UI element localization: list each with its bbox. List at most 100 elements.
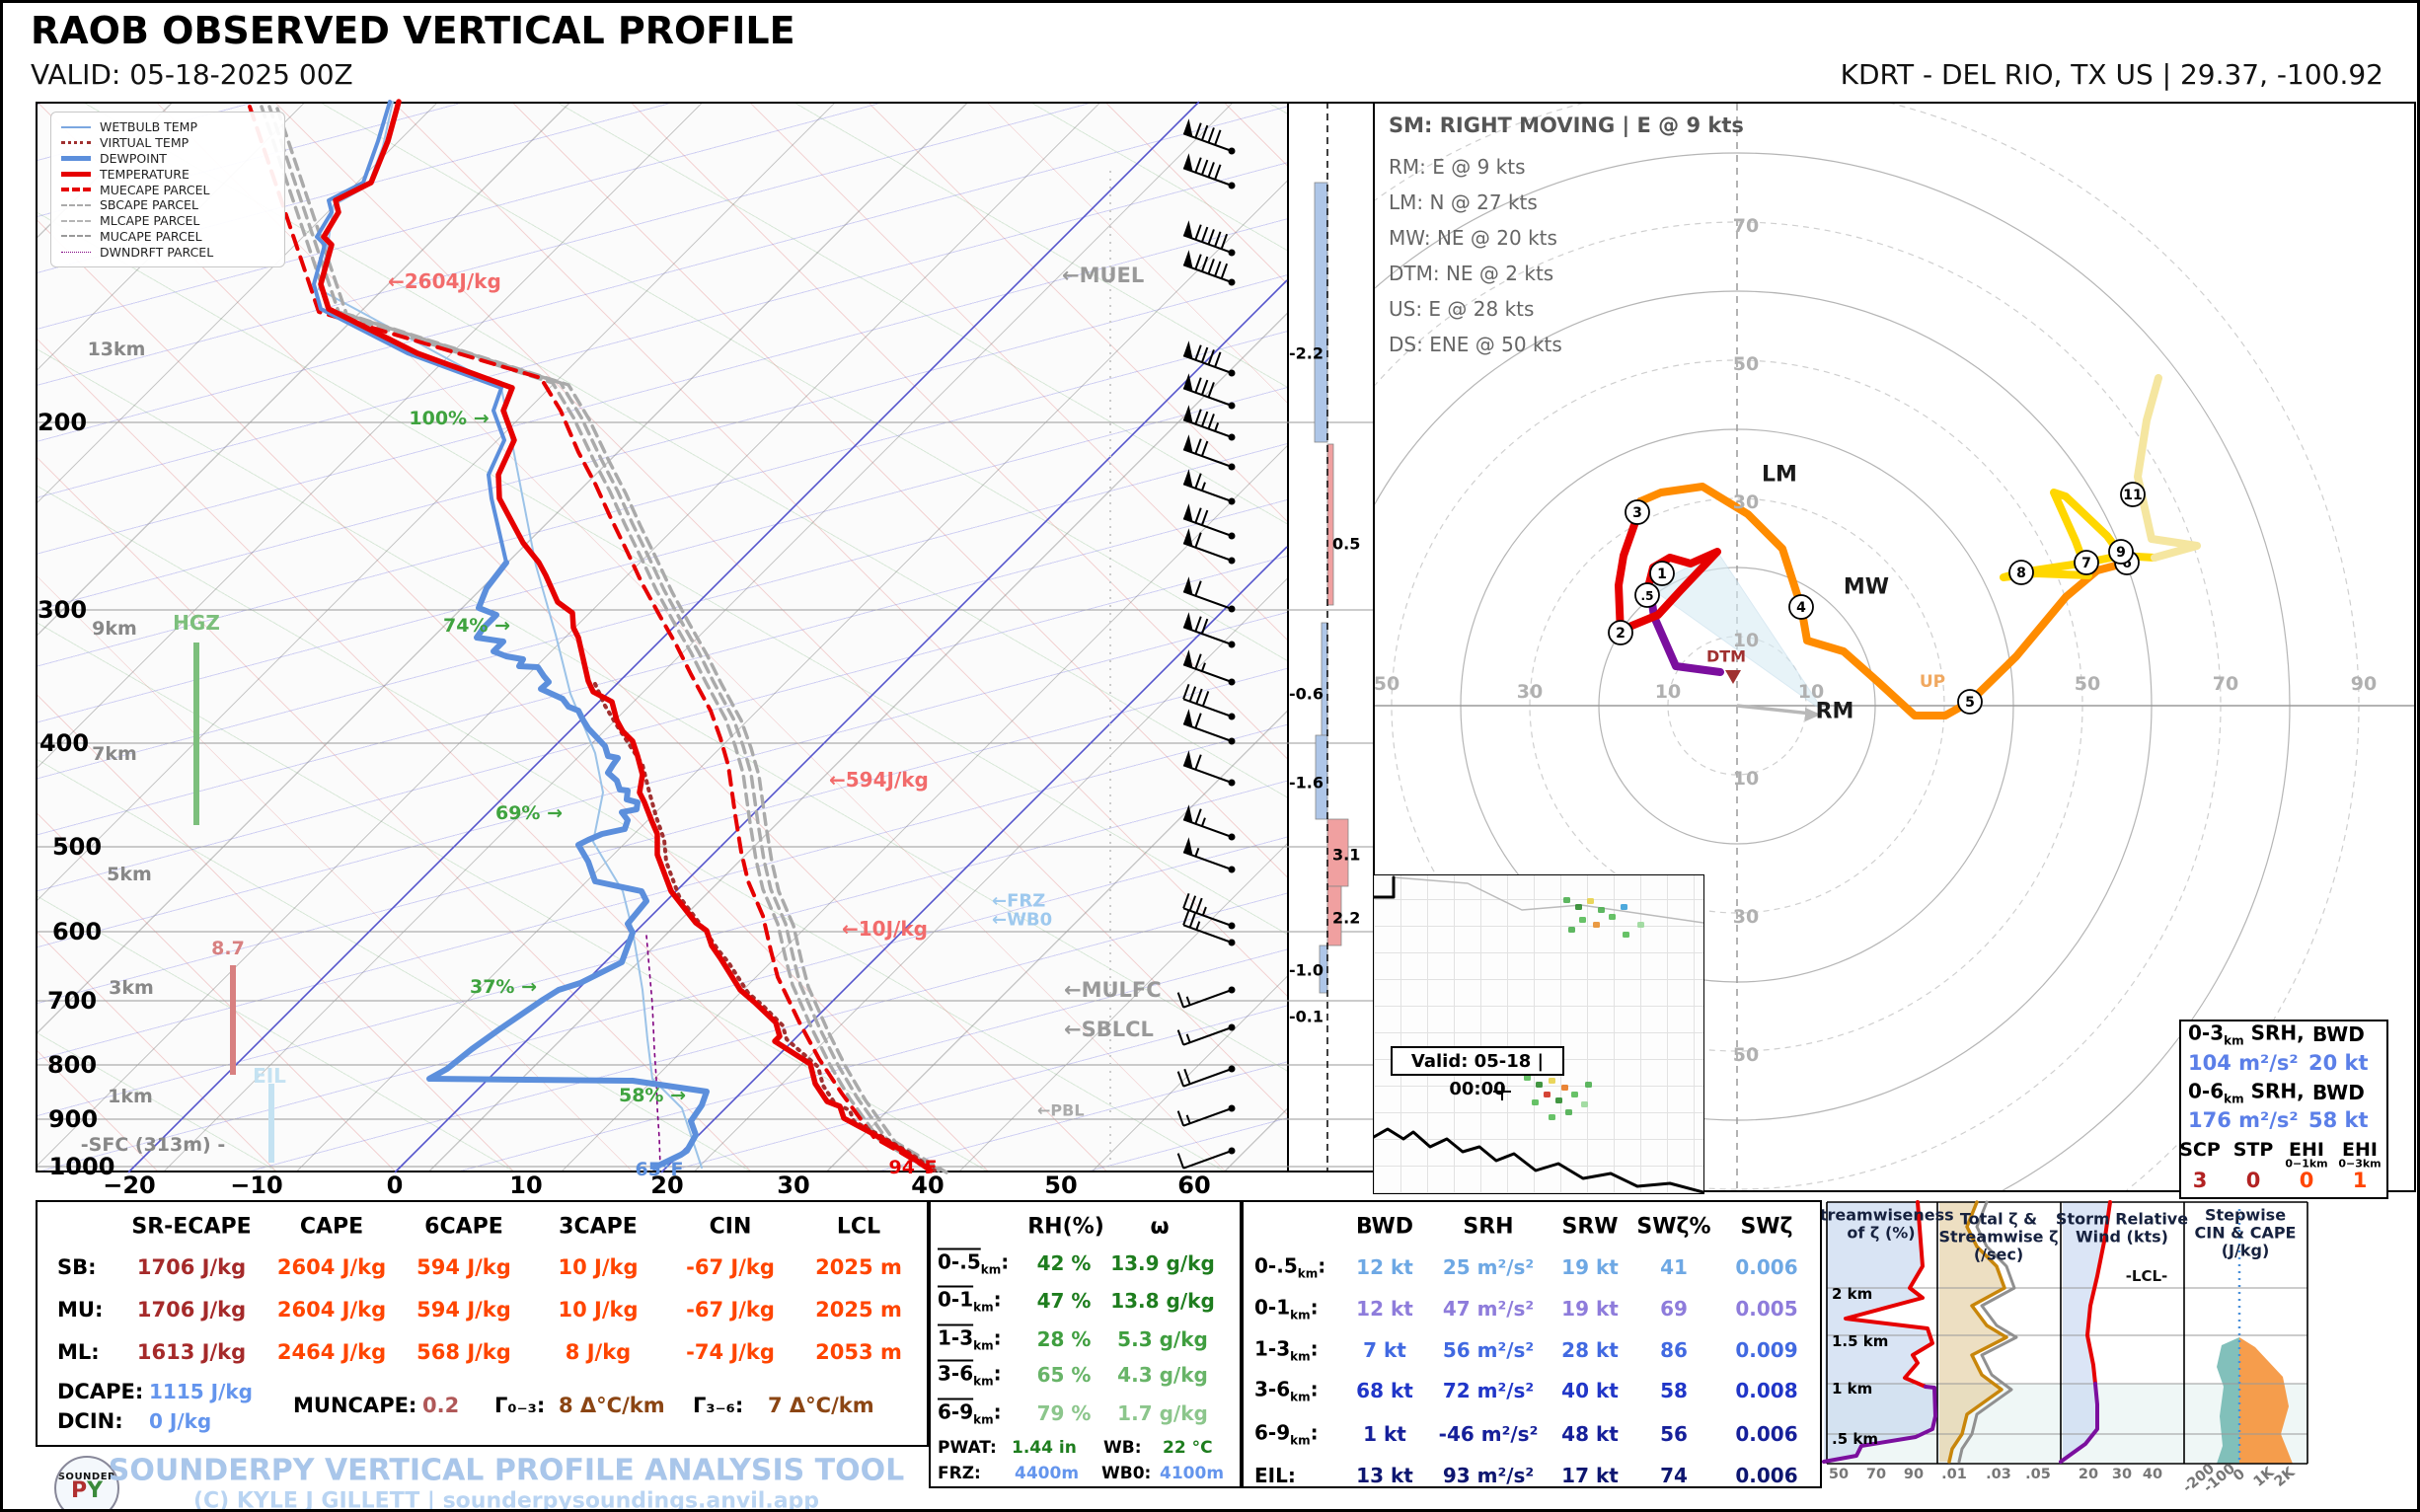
plot-label-py-83: 1.5 km: [1832, 1332, 1889, 1350]
plot-label-xt-24: 60: [1177, 1172, 1211, 1199]
plot-label-blueb-40: 65°F: [635, 1159, 684, 1180]
rh-6-9: 79 %: [1036, 1401, 1092, 1425]
plot-label-om-48: 3.1: [1332, 845, 1361, 865]
plot-label-pt-92: 20: [2078, 1467, 2099, 1482]
mu-cin: -67 J/kg: [686, 1298, 775, 1322]
storm-motion-rm: RM: E @ 9 kts: [1389, 155, 1526, 179]
dewpoint-line-icon: [61, 155, 91, 161]
plot-label-frz-43: ←WB0: [992, 909, 1053, 931]
kin-row-label-eil: EIL:: [1254, 1464, 1296, 1487]
bwd-0-6-value: 58 kt: [2308, 1108, 2369, 1132]
row-label-ml: ML:: [57, 1340, 100, 1364]
stp-label: STP: [2232, 1139, 2274, 1161]
plot-label-hl-15: -SFC (313m) -: [80, 1134, 226, 1156]
storm-motion-info: SM: RIGHT MOVING | E @ 9 kts RM: E @ 9 k…: [1389, 108, 1744, 362]
plot-label-xt-21: 30: [777, 1172, 810, 1199]
storm-motion-dtm: DTM: NE @ 2 kts: [1389, 262, 1554, 285]
plot-label-pt-94: 40: [2142, 1467, 2163, 1482]
plot-label-om-50: -1.0: [1289, 960, 1323, 980]
dcape-value: 1115 J/kg: [149, 1380, 253, 1403]
row-label-sb: SB:: [57, 1255, 97, 1279]
mucape-line-icon: [61, 235, 91, 238]
col-header-cape: CAPE: [299, 1214, 364, 1240]
plot-label-ga-39: 58% →: [618, 1085, 687, 1106]
plot-label-ga-32: 37% →: [469, 976, 538, 998]
plot-label-grayb-35: ←MULFC: [1064, 978, 1162, 1002]
plot-label-pt-87: 70: [1865, 1467, 1887, 1482]
plot-label-pl-1: 300: [37, 596, 88, 624]
bwd-0-05: 12 kt: [1356, 1255, 1413, 1279]
wb-label: WB:: [1103, 1438, 1142, 1458]
ehi-0-3-value: 1: [2352, 1169, 2368, 1192]
moist-row-label: 1-3km:: [938, 1325, 1002, 1353]
ml-cape: 2464 J/kg: [276, 1340, 387, 1364]
plot-label-om-45: 0.5: [1332, 534, 1361, 554]
kin-row-label: 1-3km:: [1254, 1336, 1319, 1364]
plot-label-ring-59: 30: [1516, 681, 1544, 703]
swzpct-0-1: 69: [1660, 1297, 1688, 1321]
plot-label-xt-17: −10: [230, 1172, 283, 1199]
stp-value: 0: [2245, 1169, 2261, 1192]
bwd-0-1: 12 kt: [1356, 1297, 1413, 1321]
legend-label: SBCAPE PARCEL: [100, 197, 198, 213]
plot-label-ph-81: (J/kg): [2221, 1241, 2270, 1260]
plot-label-ra-30: ←594J/kg: [829, 768, 929, 792]
plot-label-ring-53: 50: [1732, 353, 1760, 375]
plot-label-pt-88: 90: [1903, 1467, 1925, 1482]
w-0-05: 13.9 g/kg: [1110, 1251, 1215, 1275]
dwndrft-line-icon: [61, 251, 91, 253]
row-label-mu: MU:: [57, 1298, 104, 1322]
scp-value: 3: [2192, 1169, 2208, 1192]
bwd-0-3-value: 20 kt: [2308, 1051, 2369, 1075]
plot-label-pt-91: .05: [2025, 1467, 2051, 1482]
srh-0-05: 25 m²/s²: [1442, 1255, 1535, 1279]
legend-label: DEWPOINT: [100, 150, 167, 166]
legend-item: MUECAPE PARCEL: [61, 182, 274, 197]
swz-0-05: 0.006: [1735, 1255, 1798, 1279]
legend-label: TEMPERATURE: [100, 166, 189, 182]
srw-6-9: 48 kt: [1561, 1422, 1619, 1446]
plot-label-ph-76: Storm Relative: [2055, 1209, 2189, 1229]
sb-cin: -67 J/kg: [686, 1255, 775, 1279]
plot-label-grayb-36: ←SBLCL: [1064, 1018, 1154, 1041]
plot-label-pl-6: 800: [46, 1051, 98, 1079]
wb0-label: WB0:: [1101, 1464, 1152, 1483]
dcin-value: 0 J/kg: [149, 1409, 212, 1433]
rh-3-6: 65 %: [1036, 1363, 1092, 1387]
legend-item: MUCAPE PARCEL: [61, 229, 274, 245]
plot-label-hlbl-66: LM: [1762, 462, 1797, 488]
pwat-value: 1.44 in: [1012, 1438, 1077, 1458]
mlcape-line-icon: [61, 219, 91, 222]
rh-header: RH(%): [1027, 1214, 1104, 1240]
srh-0-6-label: 0-6km SRH,: [2188, 1079, 2305, 1106]
sbcape-line-icon: [61, 203, 91, 206]
muncape-label: MUNCAPE:: [293, 1394, 417, 1417]
plot-label-hlbl-67: MW: [1843, 574, 1890, 600]
plot-label-ring-62: 50: [1373, 673, 1400, 695]
map-graphics: [1374, 875, 1703, 1193]
legend-label: MUECAPE PARCEL: [100, 182, 210, 197]
plot-label-pt-93: 30: [2111, 1467, 2133, 1482]
plot-label-pl-5: 700: [46, 987, 98, 1015]
gamma36-value: 7 Δ°C/km: [768, 1394, 874, 1417]
plot-label-hlbl-68: RM: [1815, 699, 1854, 724]
row-label-dcape: DCAPE:: [57, 1380, 144, 1403]
plot-label-lapse-31: 8.7: [211, 938, 245, 959]
mu-sr-ecape: 1706 J/kg: [136, 1298, 247, 1322]
srh-0-3-value: 104 m²/s²: [2188, 1051, 2299, 1075]
sb-sr-ecape: 1706 J/kg: [136, 1255, 247, 1279]
legend-label: WETBULB TEMP: [100, 119, 197, 135]
legend-label: MUCAPE PARCEL: [100, 228, 202, 244]
row-label-dcin: DCIN:: [57, 1409, 123, 1433]
plot-label-ring-52: 70: [1732, 215, 1760, 237]
frz-value: 4400m: [1015, 1464, 1080, 1483]
plot-label-ph-74: Streamwise ζ: [1938, 1227, 2059, 1247]
w-3-6: 4.3 g/kg: [1117, 1363, 1208, 1387]
w-1-3: 5.3 g/kg: [1117, 1327, 1208, 1351]
kin-row-label: 0-.5km:: [1254, 1253, 1326, 1281]
moist-row-label: 0-.5km:: [938, 1249, 1010, 1277]
wetbulb-line-icon: [61, 125, 91, 128]
legend-item: DEWPOINT: [61, 151, 274, 167]
plot-label-pl-4: 600: [51, 918, 103, 945]
col-header-lcl: LCL: [836, 1214, 881, 1240]
